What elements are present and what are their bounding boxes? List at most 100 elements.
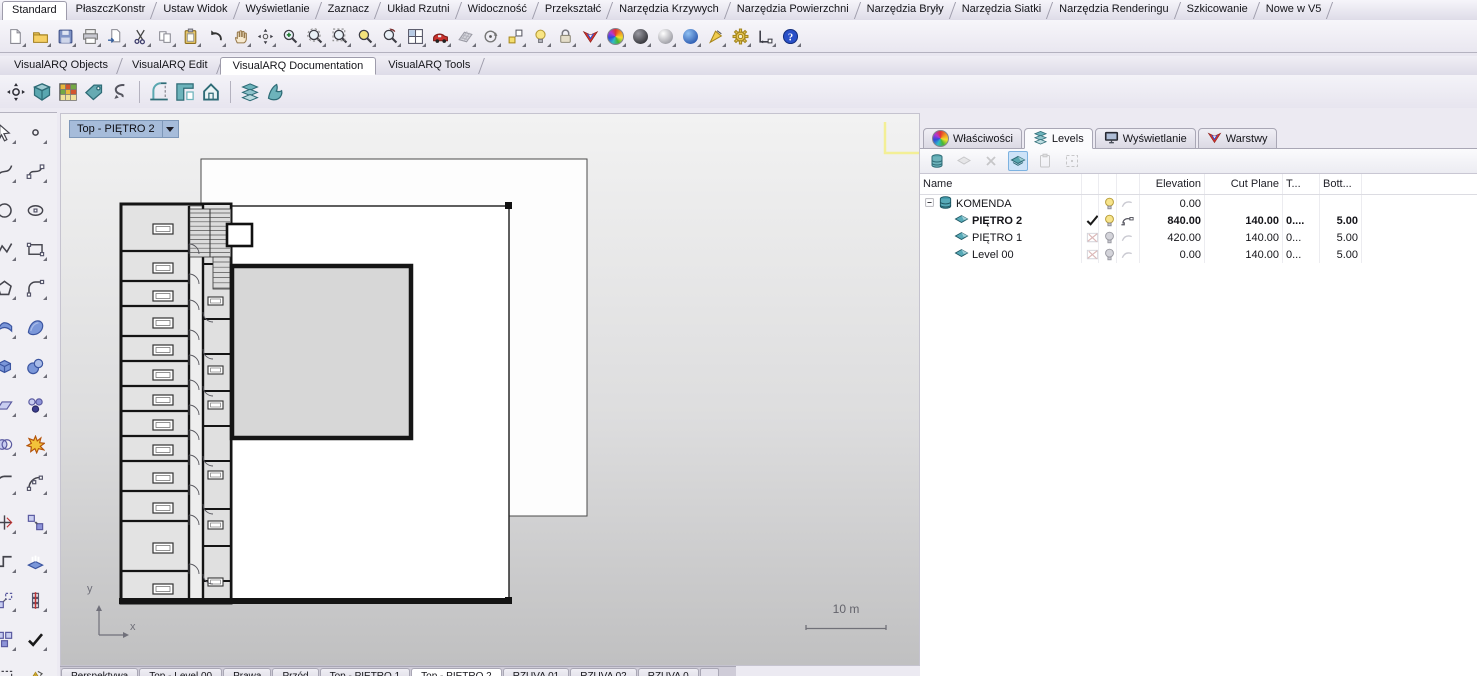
pan-hand-icon[interactable]: [228, 24, 252, 48]
viewport-tab-rzuva-01[interactable]: RZUVA 01: [502, 668, 570, 676]
level-visibility-bulb-icon[interactable]: [1099, 212, 1117, 229]
level-visibility-bulb-icon[interactable]: [1099, 246, 1117, 263]
level-bottom-cell[interactable]: [1320, 195, 1362, 212]
level-section-icon[interactable]: [1117, 212, 1140, 229]
add-level-icon[interactable]: [954, 151, 974, 171]
rendered-sphere-icon[interactable]: [678, 24, 702, 48]
menu-tab-szkicowanie[interactable]: Szkicowanie: [1178, 0, 1257, 20]
tree-expand-icon[interactable]: [924, 197, 935, 211]
curve-tool-icon[interactable]: [0, 159, 17, 184]
rotate-cplane-icon[interactable]: [478, 24, 502, 48]
menu-tab-uk-ad-rzutni[interactable]: Układ Rzutni: [378, 0, 458, 20]
cut-icon[interactable]: [128, 24, 152, 48]
level-t-cell[interactable]: 0....: [1283, 212, 1320, 229]
plane-tool-icon[interactable]: [0, 393, 17, 418]
join-tool-icon[interactable]: [0, 549, 17, 574]
viewport-tab-prawa[interactable]: Prawa: [223, 668, 272, 676]
menu-tab-nowe-w-v5[interactable]: Nowe w V5: [1257, 0, 1331, 20]
boolean-tool-icon[interactable]: [0, 432, 17, 457]
zoom-window-icon[interactable]: [328, 24, 352, 48]
viewport-tab-rzuva-0[interactable]: RZUVA 0: [637, 668, 699, 676]
render-sphere-icon[interactable]: [628, 24, 652, 48]
spheres-icon[interactable]: [23, 354, 48, 379]
panel-tab-wy-wietlanie[interactable]: Wyświetlanie: [1094, 128, 1196, 149]
varq-tab-visualarq-documentation[interactable]: VisualARQ Documentation: [219, 57, 377, 75]
rotate-view-icon[interactable]: [253, 24, 277, 48]
clipboard-small-icon[interactable]: [1035, 151, 1055, 171]
viewport-title-dropdown[interactable]: [161, 121, 178, 137]
circle-tool-icon[interactable]: [0, 198, 17, 223]
lamp-icon[interactable]: [528, 24, 552, 48]
panel-tab-w-a-ciwo-ci[interactable]: Właściwości: [923, 128, 1022, 149]
paste-icon[interactable]: [178, 24, 202, 48]
undo-icon[interactable]: [203, 24, 227, 48]
polygon-tool-icon[interactable]: [0, 276, 17, 301]
panel-tab-warstwy[interactable]: Warstwy: [1197, 128, 1277, 149]
check-tool-icon[interactable]: [23, 627, 48, 652]
panel-tab-levels[interactable]: Levels: [1023, 128, 1093, 149]
export-page-icon[interactable]: [103, 24, 127, 48]
level-cut_plane-cell[interactable]: [1205, 195, 1283, 212]
menu-tab-narz-dzia-powierzchni[interactable]: Narzędzia Powierzchni: [728, 0, 858, 20]
menu-tab-widoczno[interactable]: Widoczność: [459, 0, 536, 20]
current-level-check-icon[interactable]: [1082, 212, 1099, 229]
level-section-icon[interactable]: [1117, 246, 1140, 263]
level-section-icon[interactable]: [1117, 229, 1140, 246]
arc-corner-icon[interactable]: [23, 276, 48, 301]
building-levels-icon[interactable]: [927, 151, 947, 171]
walkabout-car-icon[interactable]: [428, 24, 452, 48]
color-wheel-icon[interactable]: [603, 24, 627, 48]
viewport-tab-top-pi-tro-1[interactable]: Top - PIĘTRO 1: [319, 668, 411, 676]
varq-grid-icon[interactable]: [56, 80, 80, 104]
plan-disabled-icon[interactable]: [1082, 229, 1099, 246]
cplane-icon[interactable]: [453, 24, 477, 48]
explode-icon[interactable]: [23, 432, 48, 457]
varq-elevation-icon[interactable]: [199, 80, 223, 104]
move-tool-icon[interactable]: [0, 588, 17, 613]
red-stack-icon[interactable]: [23, 588, 48, 613]
varq-tab-visualarq-tools[interactable]: VisualARQ Tools: [376, 56, 482, 75]
options-gear-icon[interactable]: [728, 24, 752, 48]
annotate-flag-icon[interactable]: [703, 24, 727, 48]
level-plan-icon[interactable]: [1008, 151, 1028, 171]
ellipse-icon[interactable]: [23, 198, 48, 223]
menu-tab-narz-dzia-renderingu[interactable]: Narzędzia Renderingu: [1050, 0, 1177, 20]
save-icon[interactable]: [53, 24, 77, 48]
layers-shield-icon[interactable]: [578, 24, 602, 48]
varq-curtain-icon[interactable]: [264, 80, 288, 104]
level-elevation-cell[interactable]: 0.00: [1140, 246, 1205, 263]
loft-surface-icon[interactable]: [0, 315, 17, 340]
box-tool-icon[interactable]: [0, 354, 17, 379]
varq-box-icon[interactable]: [30, 80, 54, 104]
trim-tool-icon[interactable]: [0, 510, 17, 535]
menu-tab-zaznacz[interactable]: Zaznacz: [319, 0, 379, 20]
rectangle-icon[interactable]: [23, 237, 48, 262]
level-elevation-cell[interactable]: 840.00: [1140, 212, 1205, 229]
pyramid-icon[interactable]: [23, 666, 48, 676]
level-visibility-bulb-icon[interactable]: [1099, 229, 1117, 246]
menu-tab-narz-dzia-siatki[interactable]: Narzędzia Siatki: [953, 0, 1050, 20]
delete-x-icon[interactable]: [981, 151, 1001, 171]
level-row-pi-tro-2[interactable]: PIĘTRO 2 840.00 140.00 0.... 5.00: [920, 212, 1477, 229]
dimension-icon[interactable]: [753, 24, 777, 48]
menu-tab-narz-dzia-bry-y[interactable]: Narzędzia Bryły: [858, 0, 953, 20]
new-file-icon[interactable]: [3, 24, 27, 48]
viewport-tab-prz-d[interactable]: Przód: [272, 668, 319, 676]
polyline-tool-icon[interactable]: [0, 237, 17, 262]
point-icon[interactable]: [23, 120, 48, 145]
level-bottom-cell[interactable]: 5.00: [1320, 212, 1362, 229]
viewport-tab-top-pi-tro-2[interactable]: Top - PIĘTRO 2: [411, 668, 502, 676]
level-cut_plane-cell[interactable]: 140.00: [1205, 212, 1283, 229]
plan-disabled-icon[interactable]: [1082, 246, 1099, 263]
viewport-tab-rzuva-02[interactable]: RZUVA 02: [570, 668, 637, 676]
level-row-level-00[interactable]: Level 00 0.00 140.00 0... 5.00: [920, 246, 1477, 263]
lock-icon[interactable]: [553, 24, 577, 48]
varq-tab-visualarq-edit[interactable]: VisualARQ Edit: [120, 56, 220, 75]
varq-tab-visualarq-objects[interactable]: VisualARQ Objects: [2, 56, 120, 75]
menu-tab-wy-wietlanie[interactable]: Wyświetlanie: [237, 0, 319, 20]
viewport-tab-perspektywa[interactable]: Perspektywa: [61, 668, 139, 676]
level-section-icon[interactable]: [1117, 195, 1140, 212]
menu-tab-przekszta[interactable]: Przekształć: [536, 0, 610, 20]
menu-tab-narz-dzia-krzywych[interactable]: Narzędzia Krzywych: [610, 0, 728, 20]
level-visibility-bulb-icon[interactable]: [1099, 195, 1117, 212]
